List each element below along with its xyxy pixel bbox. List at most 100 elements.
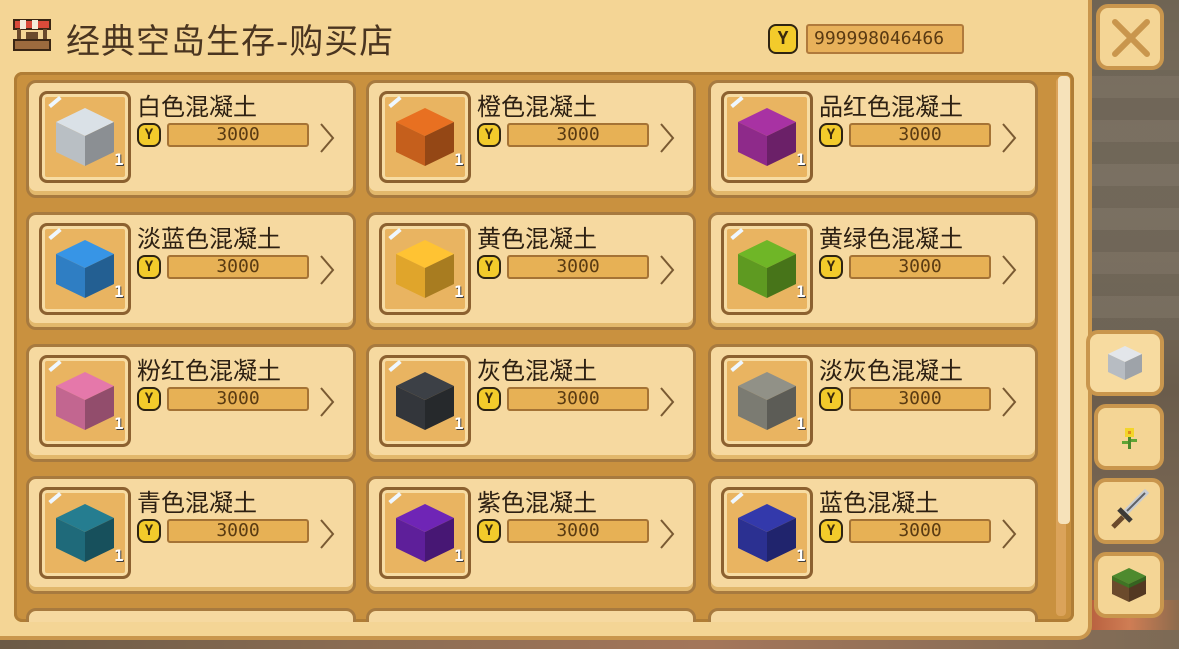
shop-item-card[interactable]: 1 品红色混凝土 Y 3000 [708,80,1038,198]
chevron-right-icon[interactable] [999,253,1019,287]
item-name: 黄色混凝土 [477,225,597,253]
item-price: 3000 [849,519,991,543]
sword-icon [1111,489,1150,529]
scrollbar-thumb[interactable] [1058,76,1070,524]
item-price: 3000 [849,123,991,147]
item-name: 灰色混凝土 [477,357,597,385]
grass-block-icon [1112,568,1146,602]
item-thumbnail: 1 [39,223,131,315]
coin-icon: Y [137,519,161,543]
chevron-right-icon[interactable] [999,517,1019,551]
concrete-block-icon [396,372,454,430]
tab-plants[interactable] [1094,404,1164,470]
item-name: 青色混凝土 [137,489,257,517]
chevron-right-icon[interactable] [317,121,337,155]
close-icon [1112,19,1150,57]
item-price: 3000 [849,387,991,411]
item-thumbnail: 1 [721,487,813,579]
chevron-right-icon[interactable] [657,517,677,551]
tab-weapons[interactable] [1094,478,1164,544]
shop-item-card[interactable]: 1 青色混凝土 Y 3000 [26,476,356,594]
item-name: 紫色混凝土 [477,489,597,517]
item-quantity: 1 [454,282,464,301]
item-price: 3000 [507,387,649,411]
item-thumbnail: 1 [379,91,471,183]
item-price: 3000 [167,123,309,147]
tab-concrete[interactable] [1086,330,1164,396]
coin-icon: Y [819,519,843,543]
item-thumbnail: 1 [721,355,813,447]
shop-item-card[interactable]: 1 蓝色混凝土 Y 3000 [708,476,1038,594]
concrete-block-icon [738,108,796,166]
coin-icon: Y [137,123,161,147]
item-thumbnail: 1 [379,487,471,579]
tab-blocks[interactable] [1094,552,1164,618]
shop-item-card[interactable]: 1 黄绿色混凝土 Y 3000 [708,212,1038,330]
shop-item-card[interactable]: 1 紫色混凝土 Y 3000 [366,476,696,594]
shop-item-card[interactable]: 1 淡灰色混凝土 Y 3000 [708,344,1038,462]
item-price: 3000 [507,255,649,279]
coin-icon: Y [819,123,843,147]
chevron-right-icon[interactable] [999,121,1019,155]
item-quantity: 1 [114,546,124,565]
shop-window: 经典空岛生存-购买店 Y 999998046466 1 白色混凝土 Y 3000 1 橙色… [0,0,1092,640]
item-thumbnail: 1 [379,223,471,315]
concrete-block-icon [396,240,454,298]
shop-item-card-partial[interactable] [708,608,1038,622]
shop-item-card[interactable]: 1 淡蓝色混凝土 Y 3000 [26,212,356,330]
coin-icon: Y [819,255,843,279]
item-price: 3000 [849,255,991,279]
item-thumbnail: 1 [39,355,131,447]
close-button[interactable] [1096,4,1164,70]
item-quantity: 1 [114,414,124,433]
shop-item-card[interactable]: 1 灰色混凝土 Y 3000 [366,344,696,462]
concrete-block-icon [56,372,114,430]
chevron-right-icon[interactable] [999,385,1019,419]
balance-display: 999998046466 [806,24,964,54]
shop-item-card-partial[interactable] [26,608,356,622]
item-list[interactable]: 1 白色混凝土 Y 3000 1 橙色混凝土 Y 3000 1 品红色混凝土 Y 3000 1 淡蓝色混凝… [14,72,1074,622]
item-price: 3000 [507,519,649,543]
item-quantity: 1 [114,150,124,169]
concrete-block-icon [56,240,114,298]
item-name: 淡灰色混凝土 [819,357,963,385]
chevron-right-icon[interactable] [317,385,337,419]
item-name: 橙色混凝土 [477,93,597,121]
title-bar: 经典空岛生存-购买店 Y 999998046466 [0,0,1088,70]
coin-icon: Y [768,24,798,54]
coin-icon: Y [477,123,501,147]
item-quantity: 1 [796,150,806,169]
item-quantity: 1 [796,414,806,433]
chevron-right-icon[interactable] [317,253,337,287]
chevron-right-icon[interactable] [657,253,677,287]
item-quantity: 1 [114,282,124,301]
item-thumbnail: 1 [721,223,813,315]
coin-icon: Y [137,255,161,279]
item-name: 粉红色混凝土 [137,357,281,385]
item-price: 3000 [507,123,649,147]
concrete-block-icon [738,504,796,562]
coin-icon: Y [819,387,843,411]
item-price: 3000 [167,255,309,279]
shop-item-card[interactable]: 1 粉红色混凝土 Y 3000 [26,344,356,462]
concrete-block-icon [396,504,454,562]
chevron-right-icon[interactable] [317,517,337,551]
chevron-right-icon[interactable] [657,121,677,155]
shop-item-card[interactable]: 1 黄色混凝土 Y 3000 [366,212,696,330]
item-quantity: 1 [796,546,806,565]
shop-item-card-partial[interactable] [366,608,696,622]
concrete-block-icon [396,108,454,166]
shop-item-card[interactable]: 1 白色混凝土 Y 3000 [26,80,356,198]
item-price: 3000 [167,519,309,543]
item-quantity: 1 [796,282,806,301]
shop-item-card[interactable]: 1 橙色混凝土 Y 3000 [366,80,696,198]
item-name: 品红色混凝土 [819,93,963,121]
concrete-block-icon [56,108,114,166]
item-quantity: 1 [454,414,464,433]
page-title: 经典空岛生存-购买店 [66,22,395,62]
item-name: 蓝色混凝土 [819,489,939,517]
chevron-right-icon[interactable] [657,385,677,419]
item-thumbnail: 1 [39,91,131,183]
concrete-block-icon [56,504,114,562]
item-thumbnail: 1 [39,487,131,579]
